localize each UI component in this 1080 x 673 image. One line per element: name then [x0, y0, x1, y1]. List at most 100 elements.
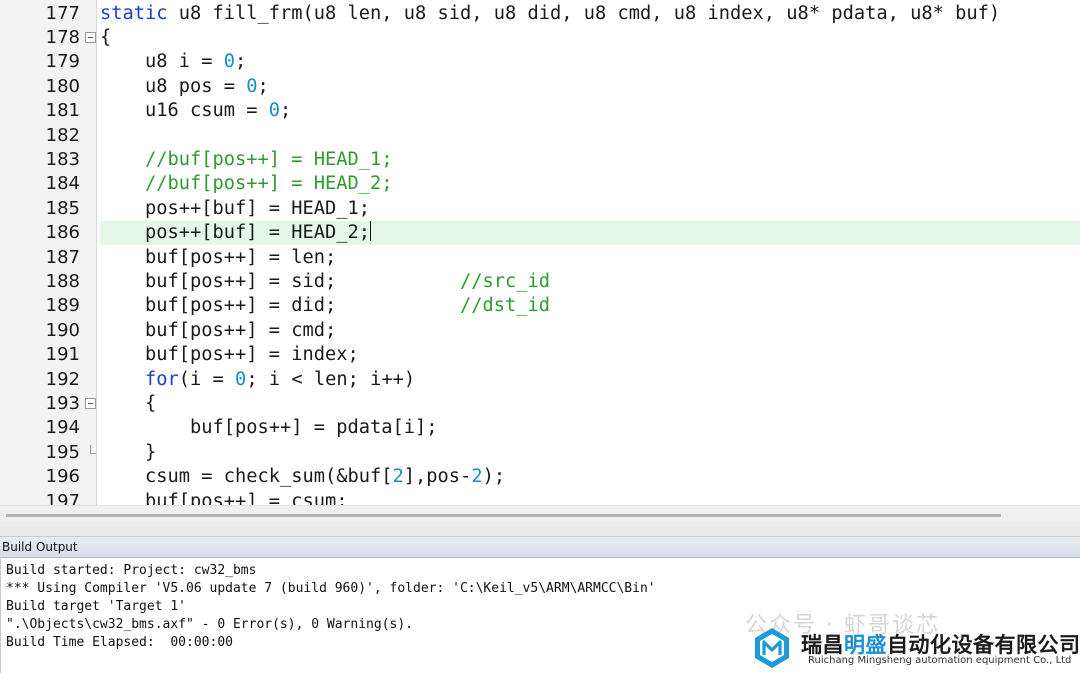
build-output-line: ".\Objects\cw32_bms.axf" - 0 Error(s), 0…	[6, 617, 413, 632]
code-token: 2	[392, 466, 404, 488]
code-token: u8 fill_frm(u8 len, u8 sid, u8 did, u8 c…	[167, 2, 1001, 24]
code-token: //dst_id	[460, 295, 551, 317]
line-number: 194	[45, 417, 80, 439]
code-text[interactable]: buf[pos++] = pdata[i];	[100, 416, 1080, 440]
company-name-en: Ruichang Mingsheng automation equipment …	[808, 655, 1072, 666]
code-text[interactable]: buf[pos++] = did; //dst_id	[100, 294, 1080, 318]
scrollbar-thumb[interactable]	[6, 514, 1001, 517]
code-line[interactable]: 182	[0, 124, 1080, 148]
line-number: 177	[45, 2, 80, 24]
code-line[interactable]: 179 u8 i = 0;	[0, 50, 1080, 74]
code-text[interactable]: buf[pos++] = cmd;	[100, 319, 1080, 343]
build-output-line: *** Using Compiler 'V5.06 update 7 (buil…	[6, 581, 656, 596]
code-text[interactable]: {	[100, 392, 1080, 416]
code-line[interactable]: 188 buf[pos++] = sid; //src_id	[0, 270, 1080, 294]
fold-toggle-icon[interactable]	[85, 397, 96, 409]
line-number: 179	[45, 51, 80, 73]
line-number: 186	[45, 222, 80, 244]
code-token: //src_id	[460, 270, 551, 292]
code-token: u8 i =	[100, 51, 224, 73]
code-text[interactable]: //buf[pos++] = HEAD_1;	[100, 148, 1080, 172]
code-line[interactable]: 180 u8 pos = 0;	[0, 75, 1080, 99]
code-text[interactable]: csum = check_sum(&buf[2],pos-2);	[100, 465, 1080, 489]
code-text[interactable]: u8 i = 0;	[100, 50, 1080, 74]
code-token: {	[100, 392, 157, 414]
code-text[interactable]: pos++[buf] = HEAD_1;	[100, 197, 1080, 221]
fold-toggle-icon[interactable]	[85, 31, 96, 43]
line-number: 178	[45, 26, 80, 48]
code-text[interactable]: buf[pos++] = len;	[100, 246, 1080, 270]
code-line[interactable]: 187 buf[pos++] = len;	[0, 246, 1080, 270]
code-token: 0	[223, 51, 236, 73]
line-number: 180	[45, 75, 80, 97]
code-token: u8 pos =	[100, 75, 247, 97]
code-token: 0	[268, 100, 281, 122]
panel-splitter[interactable]	[0, 522, 1080, 536]
company-name-part: 瑞昌	[801, 633, 844, 657]
line-number: 189	[45, 295, 80, 317]
code-token: pos++[buf] = HEAD_2;	[100, 222, 371, 244]
code-line[interactable]: 192 for(i = 0; i < len; i++)	[0, 368, 1080, 392]
line-number: 187	[45, 246, 80, 268]
code-line[interactable]: 189 buf[pos++] = did; //dst_id	[0, 294, 1080, 318]
line-number: 193	[45, 392, 80, 414]
code-token: //buf[pos++] = HEAD_2;	[145, 173, 393, 195]
line-number: 188	[45, 270, 80, 292]
code-text[interactable]: //buf[pos++] = HEAD_2;	[100, 172, 1080, 196]
code-token: );	[482, 466, 506, 488]
code-text[interactable]: buf[pos++] = index;	[100, 343, 1080, 367]
code-line[interactable]: 196 csum = check_sum(&buf[2],pos-2);	[0, 465, 1080, 489]
code-line[interactable]: 186 pos++[buf] = HEAD_2;	[0, 221, 1080, 246]
code-token: {	[100, 26, 112, 48]
code-token: buf[pos++] = did;	[100, 295, 461, 317]
build-output-line: Build target 'Target 1'	[6, 599, 187, 614]
code-line[interactable]: 184 //buf[pos++] = HEAD_2;	[0, 172, 1080, 196]
code-token: (i =	[178, 368, 236, 390]
code-token: static	[100, 2, 168, 24]
company-name-highlight: 明盛	[844, 633, 887, 657]
code-text[interactable]: u16 csum = 0;	[100, 99, 1080, 123]
code-text[interactable]: for(i = 0; i < len; i++)	[100, 368, 1080, 392]
code-text[interactable]: u8 pos = 0;	[100, 75, 1080, 99]
horizontal-scrollbar[interactable]	[0, 505, 1080, 522]
line-number: 182	[45, 124, 80, 146]
code-text[interactable]: pos++[buf] = HEAD_2;	[100, 221, 1080, 246]
fold-end-icon	[90, 444, 96, 454]
line-number: 196	[45, 466, 80, 488]
code-line[interactable]: 195 }	[0, 441, 1080, 465]
code-text[interactable]: buf[pos++] = sid; //src_id	[100, 270, 1080, 294]
code-token: }	[100, 441, 157, 463]
code-token: csum = check_sum(&buf[	[100, 466, 393, 488]
line-number: 195	[45, 441, 80, 463]
code-token: for	[145, 368, 179, 390]
code-token: buf[pos++] = sid;	[100, 270, 461, 292]
code-editor[interactable]: 177 static u8 fill_frm(u8 len, u8 sid, u8…	[0, 0, 1080, 510]
code-token: //buf[pos++] = HEAD_1;	[145, 148, 393, 170]
text-caret	[370, 221, 372, 242]
code-token: pos++[buf] = HEAD_1;	[100, 197, 371, 219]
build-output-line: Build started: Project: cw32_bms	[6, 563, 257, 578]
code-token: buf[pos++] = pdata[i];	[100, 417, 438, 439]
code-line[interactable]: 191 buf[pos++] = index;	[0, 343, 1080, 367]
code-line[interactable]: 190 buf[pos++] = cmd;	[0, 319, 1080, 343]
code-text[interactable]: }	[100, 441, 1080, 465]
code-token: u16 csum =	[100, 100, 269, 122]
build-output-title: Build Output	[0, 536, 1080, 558]
code-token: 0	[235, 368, 247, 390]
code-token: buf[pos++] = len;	[100, 246, 337, 268]
code-text[interactable]: static u8 fill_frm(u8 len, u8 sid, u8 di…	[100, 2, 1080, 26]
company-logo-icon	[755, 628, 789, 668]
code-line[interactable]: 185 pos++[buf] = HEAD_1;	[0, 197, 1080, 221]
code-text[interactable]: {	[100, 26, 1080, 50]
code-line[interactable]: 178 {	[0, 26, 1080, 50]
code-text[interactable]	[100, 124, 1080, 148]
code-token: ;	[235, 51, 247, 73]
code-line[interactable]: 183 //buf[pos++] = HEAD_1;	[0, 148, 1080, 172]
code-line[interactable]: 193 {	[0, 392, 1080, 416]
code-line[interactable]: 194 buf[pos++] = pdata[i];	[0, 416, 1080, 440]
line-number: 191	[45, 344, 80, 366]
code-line[interactable]: 177 static u8 fill_frm(u8 len, u8 sid, u8…	[0, 2, 1080, 26]
code-line[interactable]: 181 u16 csum = 0;	[0, 99, 1080, 123]
